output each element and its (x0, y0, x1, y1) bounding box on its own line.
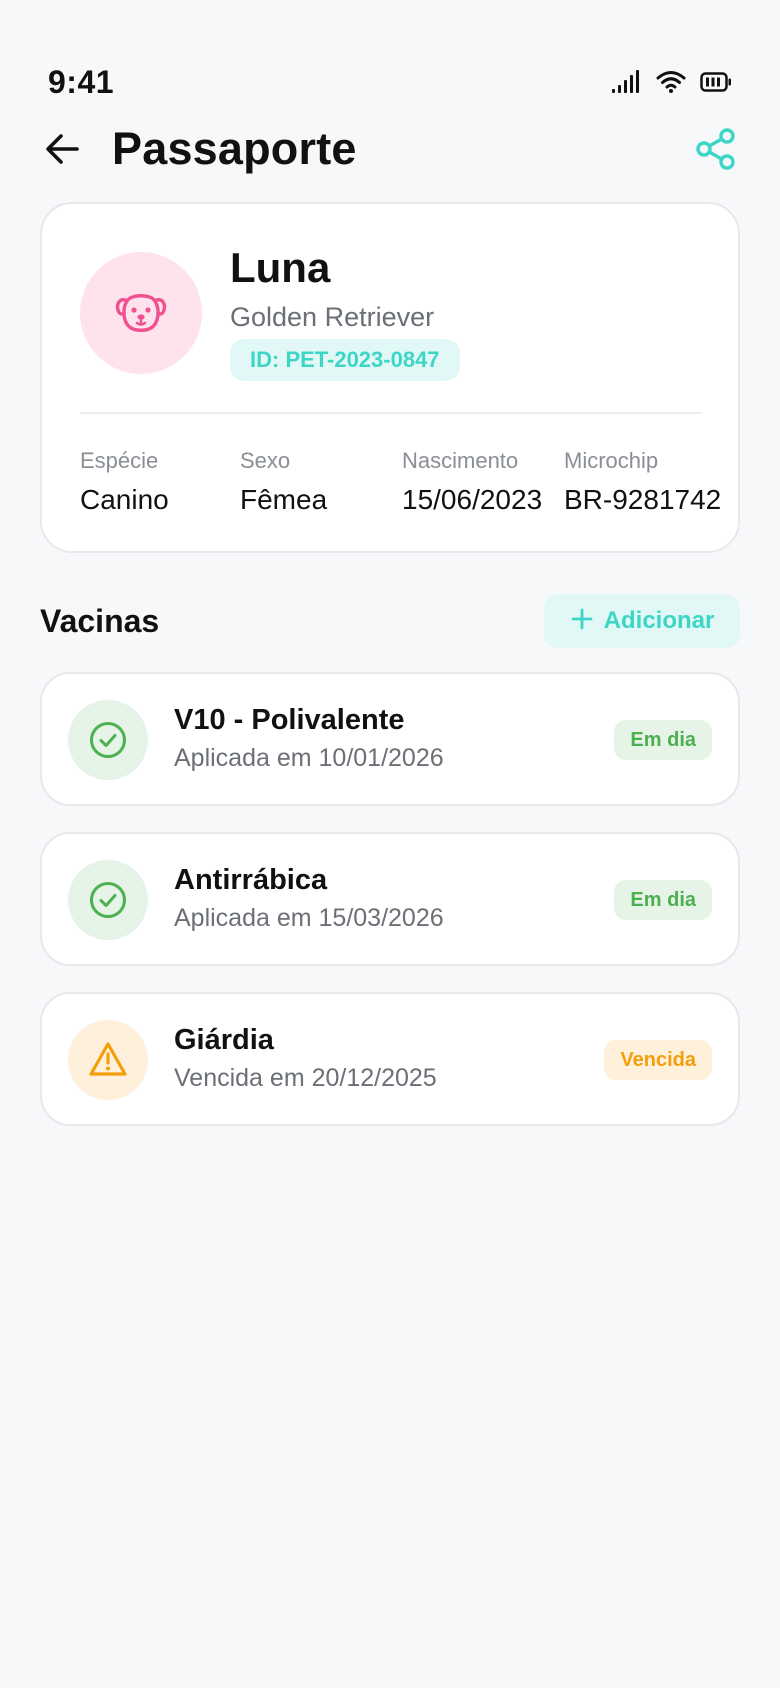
check-circle-icon (68, 860, 148, 940)
pet-breed: Golden Retriever (230, 302, 435, 332)
status-time: 9:41 (48, 64, 115, 100)
warning-triangle-icon (68, 1020, 148, 1100)
header: Passaporte (0, 115, 780, 185)
detail-value: Canino (80, 484, 169, 515)
add-vaccine-label: Adicionar (603, 607, 715, 634)
vaccine-date: Aplicada em 15/03/2026 (174, 904, 444, 932)
detail-value: 15/06/2023 (402, 484, 543, 515)
back-button[interactable] (40, 128, 86, 174)
status-badge: Em dia (614, 720, 712, 760)
detail-label: Microchip (564, 448, 659, 473)
battery-icon (700, 71, 732, 93)
check-circle-icon (68, 700, 148, 780)
status-badge: Vencida (604, 1040, 712, 1080)
pet-passport-screen: 9:41 Passaporte Luna Golden Retriever ID… (0, 0, 780, 1688)
avatar (80, 252, 202, 374)
vaccine-date: Aplicada em 10/01/2026 (174, 744, 444, 772)
detail-sex: Sexo Fêmea (240, 448, 327, 516)
detail-species: Espécie Canino (80, 448, 169, 516)
signal-icon (610, 70, 642, 94)
pet-name: Luna (230, 244, 331, 291)
add-vaccine-button[interactable]: Adicionar (544, 594, 740, 648)
pet-id-badge: ID: PET-2023-0847 (230, 339, 460, 381)
page-title: Passaporte (112, 123, 357, 174)
detail-label: Sexo (240, 448, 291, 473)
detail-label: Espécie (80, 448, 159, 473)
divider (80, 412, 702, 414)
dog-face-icon (113, 283, 169, 344)
share-icon (694, 127, 738, 176)
vaccine-name: Giárdia (174, 1024, 274, 1056)
status-badge: Em dia (614, 880, 712, 920)
detail-value: Fêmea (240, 484, 328, 515)
pet-profile-card: Luna Golden Retriever ID: PET-2023-0847 … (40, 202, 740, 553)
status-bar: 9:41 (0, 0, 780, 110)
wifi-icon (656, 70, 686, 94)
vaccine-card[interactable]: Antirrábica Aplicada em 15/03/2026 Em di… (40, 832, 740, 966)
plus-icon (570, 607, 594, 636)
vaccine-card[interactable]: Giárdia Vencida em 20/12/2025 Vencida (40, 992, 740, 1126)
detail-microchip: Microchip BR-9281742 (564, 448, 721, 516)
vaccines-section-title: Vacinas (40, 603, 160, 639)
detail-value: BR-9281742 (564, 484, 722, 515)
vaccine-name: V10 - Polivalente (174, 704, 405, 736)
detail-label: Nascimento (402, 448, 519, 473)
arrow-left-icon (43, 129, 83, 174)
vaccine-name: Antirrábica (174, 864, 328, 896)
share-button[interactable] (692, 127, 740, 175)
status-icons (610, 70, 732, 94)
vaccine-date: Vencida em 20/12/2025 (174, 1064, 437, 1092)
detail-birth: Nascimento 15/06/2023 (402, 448, 542, 516)
vaccine-card[interactable]: V10 - Polivalente Aplicada em 10/01/2026… (40, 672, 740, 806)
